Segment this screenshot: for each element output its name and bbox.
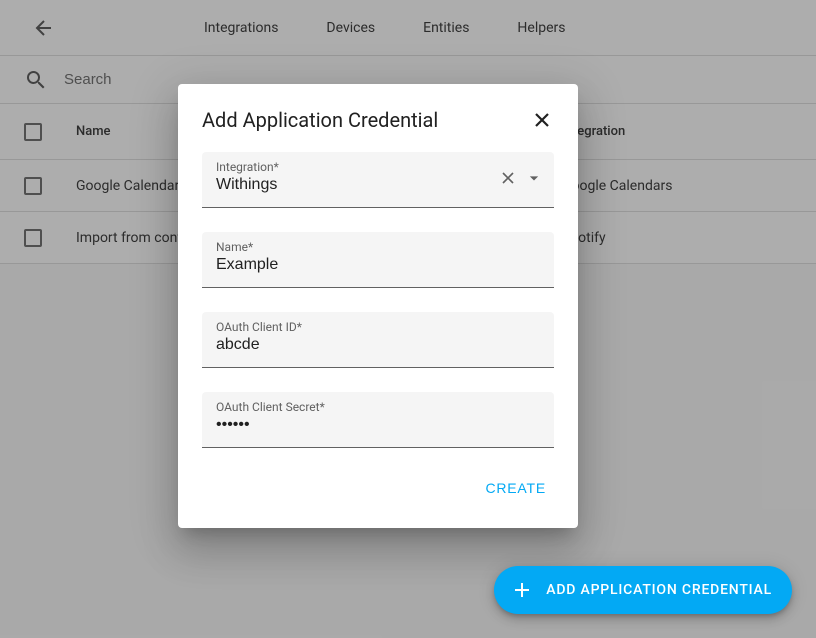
client-secret-label: OAuth Client Secret* (216, 400, 540, 414)
close-button[interactable] (530, 108, 554, 132)
add-credential-dialog: Add Application Credential Integration* … (178, 84, 578, 528)
create-button[interactable]: CREATE (477, 472, 554, 504)
name-field[interactable]: Name* (202, 232, 554, 288)
client-id-label: OAuth Client ID* (216, 320, 540, 334)
close-icon (530, 108, 554, 132)
plus-icon (510, 578, 534, 602)
add-application-credential-fab[interactable]: ADD APPLICATION CREDENTIAL (494, 566, 792, 614)
client-id-field[interactable]: OAuth Client ID* (202, 312, 554, 368)
client-secret-input[interactable] (216, 414, 540, 434)
integration-field[interactable]: Integration* (202, 152, 554, 208)
dialog-title: Add Application Credential (202, 108, 438, 132)
fab-label: ADD APPLICATION CREDENTIAL (546, 582, 772, 598)
client-secret-field[interactable]: OAuth Client Secret* (202, 392, 554, 448)
dialog-header: Add Application Credential (202, 108, 554, 132)
combo-actions (498, 168, 544, 188)
dialog-actions: CREATE (202, 472, 554, 504)
client-id-input[interactable] (216, 334, 540, 354)
integration-label: Integration* (216, 160, 540, 174)
chevron-down-icon[interactable] (524, 168, 544, 188)
clear-icon[interactable] (498, 168, 518, 188)
integration-input[interactable] (216, 174, 540, 194)
name-label: Name* (216, 240, 540, 254)
name-input[interactable] (216, 254, 540, 274)
